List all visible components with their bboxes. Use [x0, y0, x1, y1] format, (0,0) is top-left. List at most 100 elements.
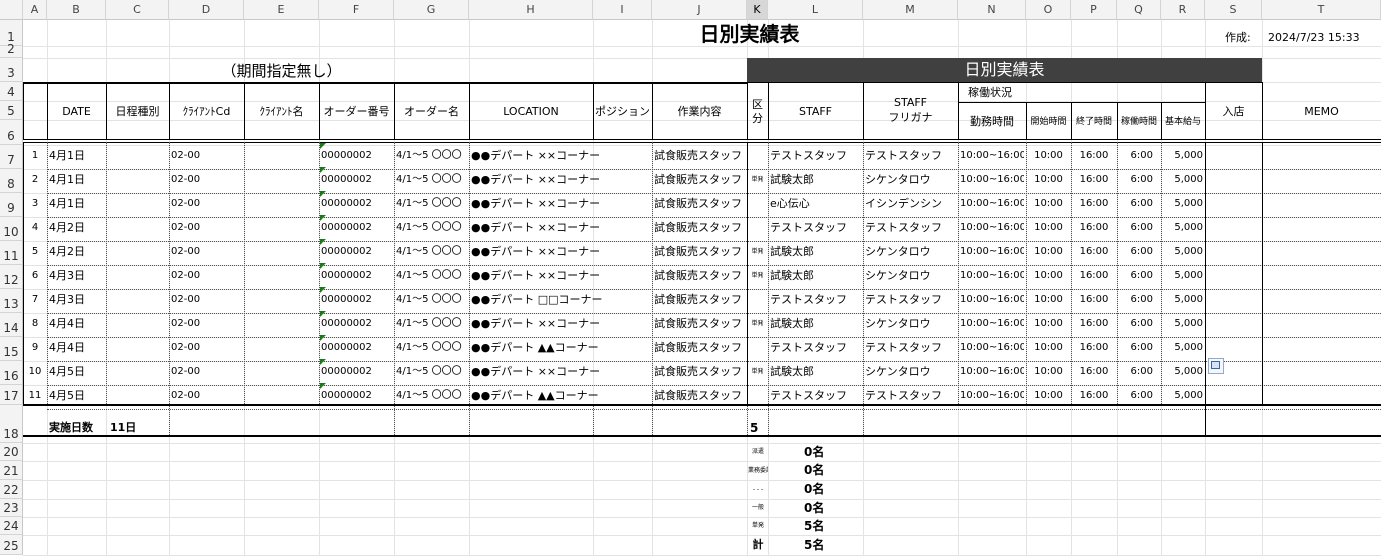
column-header-g[interactable]: G: [394, 0, 469, 20]
column-header-r[interactable]: R: [1161, 0, 1205, 20]
totals-column-border: [394, 406, 395, 435]
cell-hours: 6:00: [1130, 270, 1153, 281]
row-header-14[interactable]: 14: [0, 313, 23, 337]
row-header-25[interactable]: 25: [0, 535, 23, 555]
cell-work-time: 10:00~16:00: [960, 366, 1024, 377]
cell-work-time: 10:00~16:00: [960, 222, 1024, 233]
cell-location: ●●デパート ××コーナー: [471, 221, 601, 234]
row-header-12[interactable]: 12: [0, 265, 23, 289]
cell-hours: 6:00: [1130, 246, 1153, 257]
number-as-text-indicator: [320, 263, 326, 269]
row-header-18[interactable]: 18: [0, 405, 23, 443]
column-header-q[interactable]: Q: [1117, 0, 1161, 20]
column-header-d[interactable]: D: [169, 0, 244, 20]
row-header-23[interactable]: 23: [0, 499, 23, 517]
cell-staff-kana: テストスタッフ: [865, 149, 942, 162]
select-all-corner[interactable]: [0, 0, 23, 20]
row-header-16[interactable]: 16: [0, 361, 23, 385]
column-header-f[interactable]: F: [319, 0, 394, 20]
row-header-21[interactable]: 21: [0, 461, 23, 480]
row-header-22[interactable]: 22: [0, 480, 23, 499]
cell-start-time: 10:00: [1034, 198, 1063, 209]
number-as-text-indicator: [320, 287, 326, 293]
column-header-e[interactable]: E: [244, 0, 319, 20]
cell-order-number: 00000002: [321, 270, 372, 281]
row-number: 4: [31, 222, 39, 233]
header-column-border: [169, 83, 170, 140]
row-header-11[interactable]: 11: [0, 241, 23, 265]
column-header-s[interactable]: S: [1205, 0, 1262, 20]
summary-label: - - -: [752, 486, 764, 493]
column-header-o[interactable]: O: [1026, 0, 1071, 20]
column-header-p[interactable]: P: [1071, 0, 1117, 20]
data-column-border: [47, 142, 48, 404]
row-header-7[interactable]: 7: [0, 145, 23, 169]
row-header-20[interactable]: 20: [0, 443, 23, 461]
cell-staff-kana: テストスタッフ: [865, 221, 942, 234]
cell-staff-kana: シケンタロウ: [865, 245, 931, 258]
header-subcolumn-border: [1071, 103, 1072, 140]
cell-base-pay: 5,000: [1174, 366, 1203, 377]
cell-base-pay: 5,000: [1174, 318, 1203, 329]
number-as-text-indicator: [320, 191, 326, 197]
header-column-border: [469, 83, 470, 140]
row-header-4[interactable]: 4: [0, 82, 23, 101]
cell-end-time: 16:00: [1079, 270, 1109, 281]
column-header-a[interactable]: A: [23, 0, 47, 20]
data-column-border: [244, 142, 245, 404]
cell-work-content: 試食販売スタッフ: [654, 365, 742, 378]
row-header-5[interactable]: 5: [0, 101, 23, 120]
cell-start-time: 10:00: [1034, 294, 1063, 305]
paste-options-icon[interactable]: [1208, 358, 1224, 374]
cell-work-time: 10:00~16:00: [960, 150, 1024, 161]
row-header-3[interactable]: 3: [0, 58, 23, 82]
column-header-l[interactable]: L: [768, 0, 863, 20]
header-order-number: オーダー番号: [323, 105, 390, 118]
cell-order-number: 00000002: [321, 366, 372, 377]
row-header-15[interactable]: 15: [0, 337, 23, 361]
totals-column-border: [169, 406, 170, 435]
header-work-time: 勤務時間: [970, 114, 1014, 128]
summary-value: 5名: [804, 538, 825, 552]
row-header-6[interactable]: 6: [0, 120, 23, 145]
column-header-j[interactable]: J: [652, 0, 747, 20]
header-schedule-type: 日程種別: [115, 105, 160, 118]
cell-order-name: 4/1～5 〇〇〇: [396, 342, 462, 353]
number-as-text-indicator: [320, 335, 326, 341]
column-header-n[interactable]: N: [958, 0, 1026, 20]
row-header-24[interactable]: 24: [0, 517, 23, 535]
cell-staff: 試験太郎: [770, 317, 814, 330]
data-column-border: [106, 142, 107, 404]
period-label: （期間指定無し）: [221, 62, 342, 80]
row-header-17[interactable]: 17: [0, 385, 23, 405]
row-header-13[interactable]: 13: [0, 289, 23, 313]
column-header-m[interactable]: M: [863, 0, 958, 20]
column-header-i[interactable]: I: [593, 0, 652, 20]
header-client-cd: ｸﾗｲｱﾝﾄCd: [182, 105, 231, 118]
cell-base-pay: 5,000: [1174, 150, 1203, 161]
header-staff-kana-2: フリガナ: [888, 111, 933, 124]
row-header-10[interactable]: 10: [0, 217, 23, 241]
header-work-content: 作業内容: [677, 105, 722, 118]
grid-row-line: [23, 461, 1381, 462]
number-as-text-indicator: [320, 143, 326, 149]
row-header-2[interactable]: 2: [0, 42, 23, 58]
cell-work-time: 10:00~16:00: [960, 174, 1024, 185]
column-header-c[interactable]: C: [106, 0, 169, 20]
cell-start-time: 10:00: [1034, 174, 1063, 185]
cell-client-cd: 02-00: [171, 174, 201, 185]
totals-column-border: [469, 406, 470, 435]
cell-location: ●●デパート ××コーナー: [471, 317, 601, 330]
column-header-k[interactable]: K: [747, 0, 768, 20]
cell-work-content: 試食販売スタッフ: [654, 197, 742, 210]
column-header-t[interactable]: T: [1262, 0, 1381, 20]
cell-end-time: 16:00: [1079, 150, 1109, 161]
cell-hours: 6:00: [1130, 150, 1153, 161]
report-title: 日別実績表: [699, 22, 800, 46]
row-header-9[interactable]: 9: [0, 193, 23, 217]
column-header-b[interactable]: B: [47, 0, 106, 20]
cell-work-time: 10:00~16:00: [960, 270, 1024, 281]
row-header-8[interactable]: 8: [0, 169, 23, 193]
column-header-h[interactable]: H: [469, 0, 593, 20]
header-position: ポジション: [595, 105, 650, 118]
